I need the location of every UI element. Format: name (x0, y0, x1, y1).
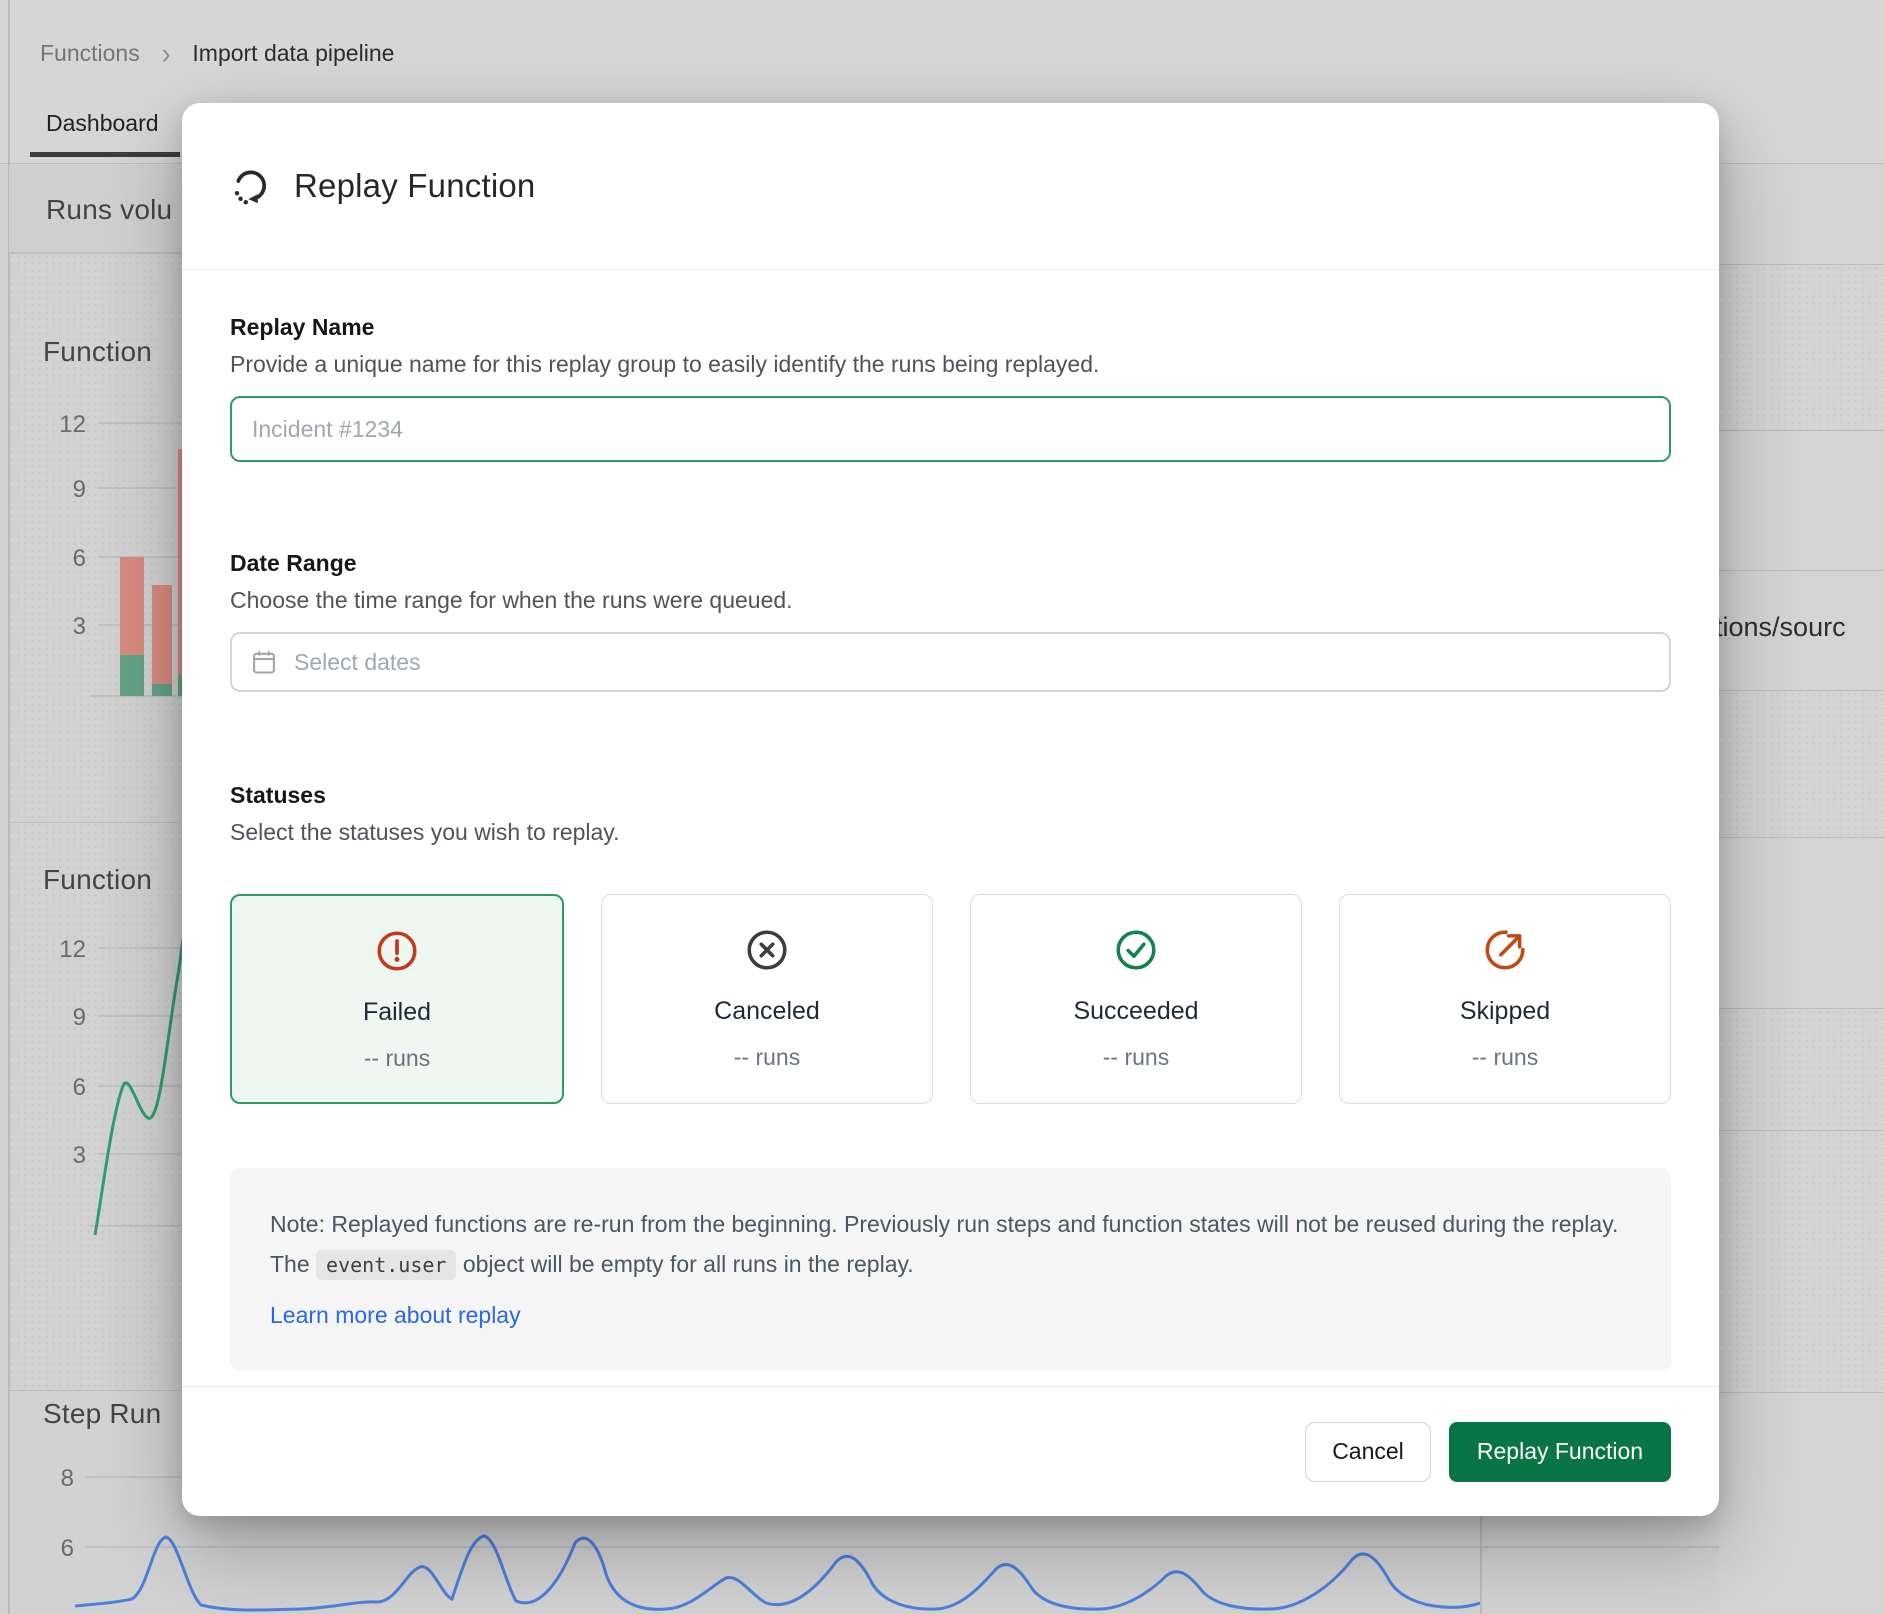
status-card-label: Failed (363, 998, 431, 1027)
alert-circle-icon (374, 928, 420, 974)
status-card-canceled[interactable]: Canceled -- runs (601, 894, 933, 1104)
succeeded-bars (120, 655, 182, 696)
bottom-panel-divider (1480, 1516, 1482, 1614)
modal-footer: Cancel Replay Function (182, 1386, 1719, 1516)
function-line-chart: 12 9 6 3 (8, 822, 182, 1390)
svg-text:9: 9 (73, 476, 86, 503)
check-circle-icon (1113, 927, 1159, 973)
failed-bars (120, 449, 182, 684)
status-card-label: Canceled (714, 997, 820, 1026)
calendar-icon (250, 648, 278, 676)
status-card-count: -- runs (364, 1045, 430, 1072)
status-card-count: -- runs (1472, 1044, 1538, 1071)
svg-text:9: 9 (73, 1004, 86, 1031)
breadcrumb-current-page: Import data pipeline (192, 40, 394, 67)
svg-text:12: 12 (59, 411, 86, 438)
date-range-picker[interactable]: Select dates (230, 632, 1671, 692)
replay-name-label: Replay Name (230, 314, 1671, 341)
status-cards-row: Failed -- runs Canceled -- runs (230, 894, 1671, 1104)
replay-name-section: Replay Name Provide a unique name for th… (230, 314, 1671, 462)
background-row-text: ations/sourc (1700, 612, 1846, 643)
status-card-skipped[interactable]: Skipped -- runs (1339, 894, 1671, 1104)
breadcrumb-functions[interactable]: Functions (40, 40, 140, 67)
status-card-count: -- runs (734, 1044, 800, 1071)
replay-name-input[interactable] (230, 396, 1671, 462)
replay-icon (230, 166, 270, 206)
date-range-placeholder: Select dates (294, 649, 421, 676)
statuses-description: Select the statuses you wish to replay. (230, 819, 1671, 846)
status-card-label: Succeeded (1073, 997, 1198, 1026)
breadcrumb: Functions › Import data pipeline (40, 38, 394, 69)
runs-volume-title: Runs volu (46, 194, 172, 226)
right-list-panel (1719, 164, 1884, 1614)
learn-more-link[interactable]: Learn more about replay (270, 1295, 521, 1335)
status-card-failed[interactable]: Failed -- runs (230, 894, 564, 1104)
note-text: object will be empty for all runs in the… (456, 1251, 913, 1277)
modal-body: Replay Name Provide a unique name for th… (182, 270, 1719, 1386)
svg-text:6: 6 (73, 545, 86, 572)
chevron-right-icon: › (162, 36, 171, 72)
svg-text:3: 3 (73, 1142, 86, 1169)
modal-title: Replay Function (294, 167, 535, 205)
function-bar-chart: 12 9 6 3 (8, 253, 182, 822)
replay-function-modal: Replay Function Replay Name Provide a un… (182, 103, 1719, 1516)
svg-text:12: 12 (59, 936, 86, 963)
runs-line (95, 939, 182, 1235)
modal-header: Replay Function (182, 103, 1719, 270)
cancel-button[interactable]: Cancel (1305, 1422, 1431, 1482)
tab-active-underline (30, 152, 180, 157)
code-chip: event.user (316, 1250, 456, 1280)
replay-name-description: Provide a unique name for this replay gr… (230, 351, 1671, 378)
replay-note: Note: Replayed functions are re-run from… (230, 1168, 1671, 1371)
svg-text:8: 8 (61, 1465, 74, 1492)
statuses-section: Statuses Select the statuses you wish to… (230, 782, 1671, 1104)
x-circle-icon (744, 927, 790, 973)
statuses-label: Statuses (230, 782, 1671, 809)
date-range-label: Date Range (230, 550, 1671, 577)
svg-text:3: 3 (73, 613, 86, 640)
date-range-description: Choose the time range for when the runs … (230, 587, 1671, 614)
date-range-section: Date Range Choose the time range for whe… (230, 550, 1671, 692)
status-card-count: -- runs (1103, 1044, 1169, 1071)
status-card-label: Skipped (1460, 997, 1550, 1026)
svg-text:6: 6 (61, 1535, 74, 1562)
replay-function-button[interactable]: Replay Function (1449, 1422, 1671, 1482)
status-card-succeeded[interactable]: Succeeded -- runs (970, 894, 1302, 1104)
svg-text:6: 6 (73, 1074, 86, 1101)
skip-forward-icon (1482, 927, 1528, 973)
tab-dashboard[interactable]: Dashboard (46, 110, 159, 137)
